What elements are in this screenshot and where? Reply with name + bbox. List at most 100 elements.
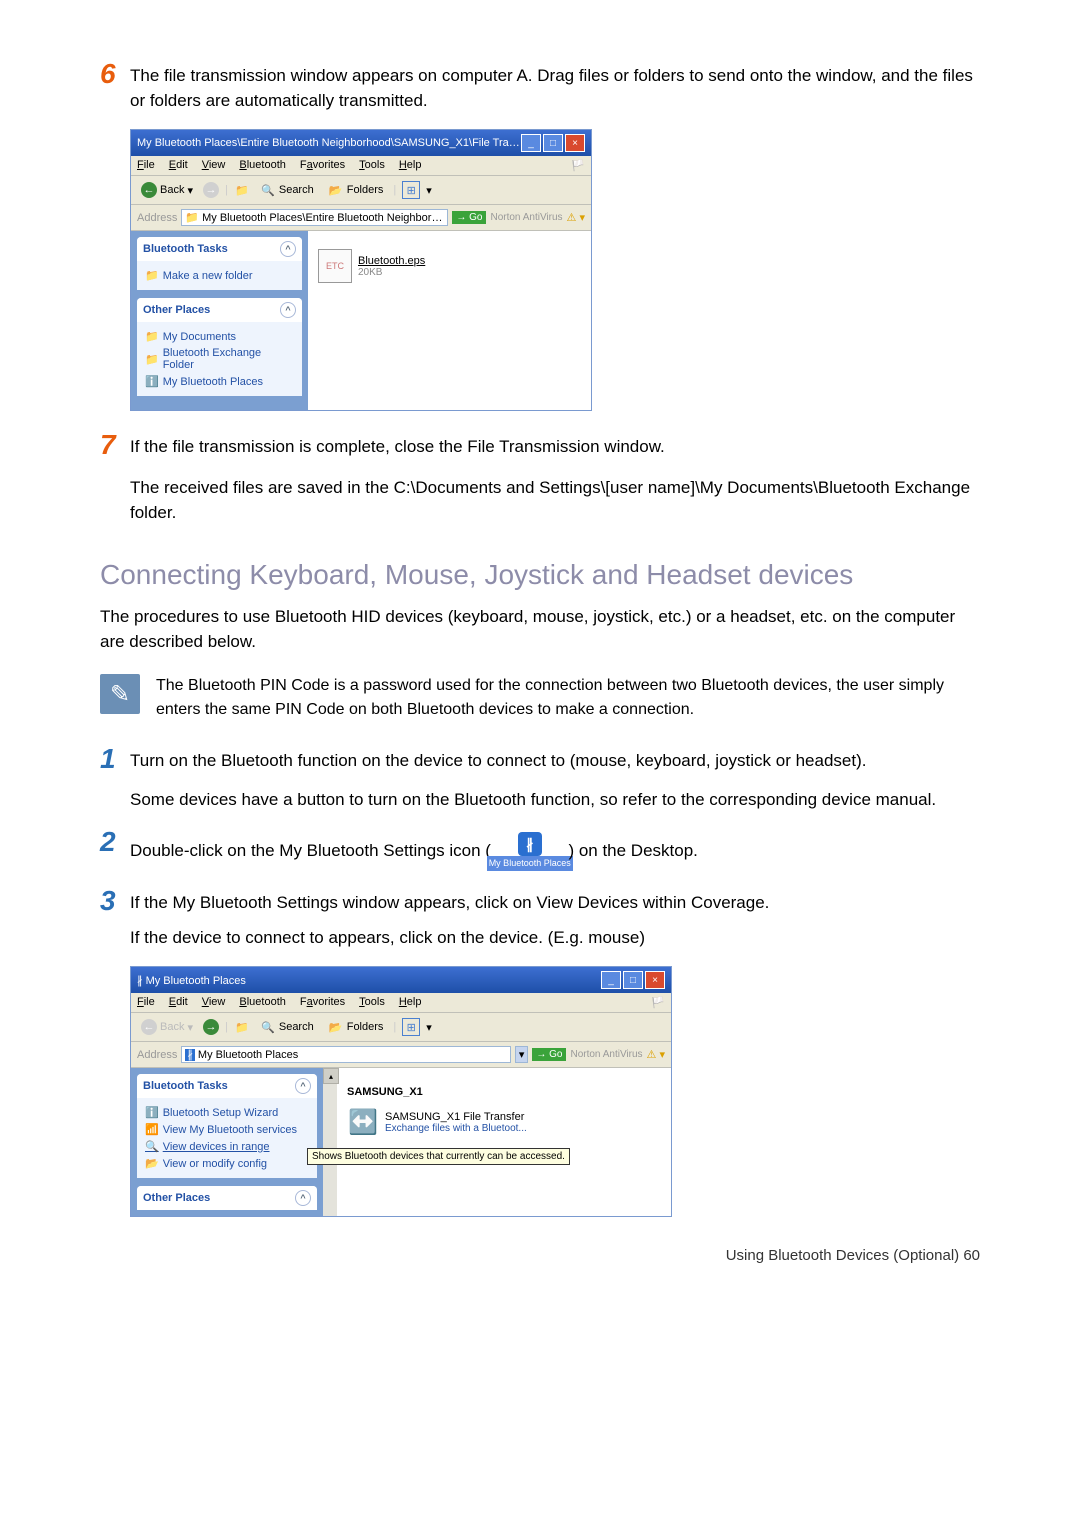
view-my-bt-services-link[interactable]: 📶 View My Bluetooth services <box>145 1121 309 1138</box>
bt-setup-wizard-link[interactable]: ℹ️ Bluetooth Setup Wizard <box>145 1104 309 1121</box>
step-number-1: 1 <box>100 745 130 773</box>
step-1b-text: Some devices have a button to turn on th… <box>130 788 936 813</box>
my-bluetooth-places-link[interactable]: ℹ️ My Bluetooth Places <box>145 373 294 390</box>
step-7-subtext: The received files are saved in the C:\D… <box>130 476 980 525</box>
menu-bar: File Edit View Bluetooth Favorites Tools… <box>131 156 591 176</box>
back-icon: ← <box>141 1019 157 1035</box>
forward-icon[interactable]: → <box>203 182 219 198</box>
menu-help[interactable]: Help <box>399 996 422 1009</box>
collapse-icon[interactable]: ^ <box>280 241 296 257</box>
menu-help[interactable]: Help <box>399 159 422 172</box>
my-documents-link[interactable]: 📁 My Documents <box>145 328 294 345</box>
menu-favorites[interactable]: Favorites <box>300 159 345 172</box>
close-button[interactable]: × <box>645 971 665 989</box>
norton-icon[interactable]: ⚠ ▾ <box>647 1048 665 1061</box>
menu-tools[interactable]: Tools <box>359 996 385 1009</box>
menu-view[interactable]: View <box>202 996 226 1009</box>
address-input[interactable]: 📁 My Bluetooth Places\Entire Bluetooth N… <box>181 209 448 226</box>
menu-bluetooth[interactable]: Bluetooth <box>239 996 286 1009</box>
menu-tools[interactable]: Tools <box>359 159 385 172</box>
bt-exchange-folder-link[interactable]: 📁 Bluetooth Exchange Folder <box>145 345 294 373</box>
section-title: Connecting Keyboard, Mouse, Joystick and… <box>100 559 980 591</box>
step-2-text: Double-click on the My Bluetooth Setting… <box>130 832 698 871</box>
collapse-icon[interactable]: ^ <box>295 1078 311 1094</box>
menu-view[interactable]: View <box>202 159 226 172</box>
norton-label: Norton AntiVirus <box>570 1049 642 1060</box>
window-title: ∦ My Bluetooth Places <box>137 974 246 987</box>
menu-edit[interactable]: Edit <box>169 159 188 172</box>
make-new-folder-link[interactable]: 📁 Make a new folder <box>145 267 294 284</box>
close-button[interactable]: × <box>565 134 585 152</box>
file-icon: ETC <box>318 249 352 283</box>
step-number-6: 6 <box>100 60 130 88</box>
back-button[interactable]: ← Back ▾ <box>137 180 197 200</box>
device-name: SAMSUNG_X1 File Transfer <box>385 1111 527 1123</box>
folders-icon: 📂 <box>328 182 344 198</box>
step-number-7: 7 <box>100 431 130 459</box>
view-devices-in-range-link[interactable]: 🔍 View devices in range <box>145 1138 309 1155</box>
windows-flag-icon: 🏳️ <box>651 996 665 1009</box>
windows-flag-icon: 🏳️ <box>571 159 585 172</box>
bluetooth-tasks-header: Bluetooth Tasks <box>143 243 228 255</box>
menu-bar: File Edit View Bluetooth Favorites Tools… <box>131 993 671 1013</box>
folders-icon: 📂 <box>328 1019 344 1035</box>
menu-file[interactable]: File <box>137 159 155 172</box>
search-button[interactable]: 🔍 Search <box>256 1017 318 1037</box>
file-size: 20KB <box>358 267 425 278</box>
section-intro: The procedures to use Bluetooth HID devi… <box>100 605 980 654</box>
norton-label: Norton AntiVirus <box>490 212 562 223</box>
file-item[interactable]: ETC Bluetooth.eps 20KB <box>318 249 581 283</box>
go-button[interactable]: → Go <box>452 211 486 224</box>
back-icon: ← <box>141 182 157 198</box>
my-bluetooth-places-window: ∦ My Bluetooth Places _ □ × File Edit Vi… <box>130 966 672 1217</box>
step-3b-text: If the device to connect to appears, cli… <box>130 926 769 951</box>
tooltip: Shows Bluetooth devices that currently c… <box>307 1148 570 1165</box>
minimize-button[interactable]: _ <box>521 134 541 152</box>
bluetooth-tasks-header: Bluetooth Tasks <box>143 1080 228 1092</box>
collapse-icon[interactable]: ^ <box>295 1190 311 1206</box>
device-icon: ↔️ <box>347 1106 379 1138</box>
file-name: Bluetooth.eps <box>358 255 425 267</box>
collapse-icon[interactable]: ^ <box>280 302 296 318</box>
maximize-button[interactable]: □ <box>623 971 643 989</box>
menu-bluetooth[interactable]: Bluetooth <box>239 159 286 172</box>
toolbar: ← Back ▾ → | 📁 🔍 Search 📂 Folders | ⊞ ▾ <box>131 176 591 205</box>
step-3a-text: If the My Bluetooth Settings window appe… <box>130 891 769 916</box>
menu-favorites[interactable]: Favorites <box>300 996 345 1009</box>
up-folder-icon[interactable]: 📁 <box>234 182 250 198</box>
forward-icon[interactable]: → <box>203 1019 219 1035</box>
menu-file[interactable]: File <box>137 996 155 1009</box>
maximize-button[interactable]: □ <box>543 134 563 152</box>
address-label: Address <box>137 212 177 224</box>
views-icon[interactable]: ⊞ <box>402 1018 420 1036</box>
minimize-button[interactable]: _ <box>601 971 621 989</box>
search-button[interactable]: 🔍 Search <box>256 180 318 200</box>
search-icon: 🔍 <box>260 1019 276 1035</box>
scrollbar[interactable]: ▴ <box>323 1068 337 1216</box>
toolbar: ← Back ▾ → | 📁 🔍 Search 📂 Folders | ⊞ ▾ <box>131 1013 671 1042</box>
dropdown-icon[interactable]: ▾ <box>515 1046 529 1063</box>
folders-button[interactable]: 📂 Folders <box>324 180 388 200</box>
device-header: SAMSUNG_X1 <box>347 1086 661 1098</box>
note-icon: ✎ <box>100 674 140 714</box>
address-label: Address <box>137 1049 177 1061</box>
search-icon: 🔍 <box>260 182 276 198</box>
up-folder-icon[interactable]: 📁 <box>234 1019 250 1035</box>
address-input[interactable]: ∦ My Bluetooth Places <box>181 1046 510 1063</box>
device-sub: Exchange files with a Bluetoot... <box>385 1123 527 1134</box>
step-7-text: If the file transmission is complete, cl… <box>130 435 665 460</box>
view-or-modify-config-link[interactable]: 📂 View or modify config <box>145 1155 309 1172</box>
views-icon[interactable]: ⊞ <box>402 181 420 199</box>
page-footer: Using Bluetooth Devices (Optional) 60 <box>100 1247 980 1264</box>
back-button: ← Back ▾ <box>137 1017 197 1037</box>
go-button[interactable]: → Go <box>532 1048 566 1061</box>
norton-icon[interactable]: ⚠ ▾ <box>567 211 585 224</box>
step-number-3: 3 <box>100 887 130 915</box>
file-transfer-window: My Bluetooth Places\Entire Bluetooth Nei… <box>130 129 592 411</box>
my-bluetooth-places-icon[interactable]: ∦ My Bluetooth Places <box>500 832 560 871</box>
device-item[interactable]: ↔️ SAMSUNG_X1 File Transfer Exchange fil… <box>347 1106 661 1138</box>
bluetooth-icon: ∦ <box>137 975 143 987</box>
menu-edit[interactable]: Edit <box>169 996 188 1009</box>
folders-button[interactable]: 📂 Folders <box>324 1017 388 1037</box>
other-places-header: Other Places <box>143 1192 210 1204</box>
